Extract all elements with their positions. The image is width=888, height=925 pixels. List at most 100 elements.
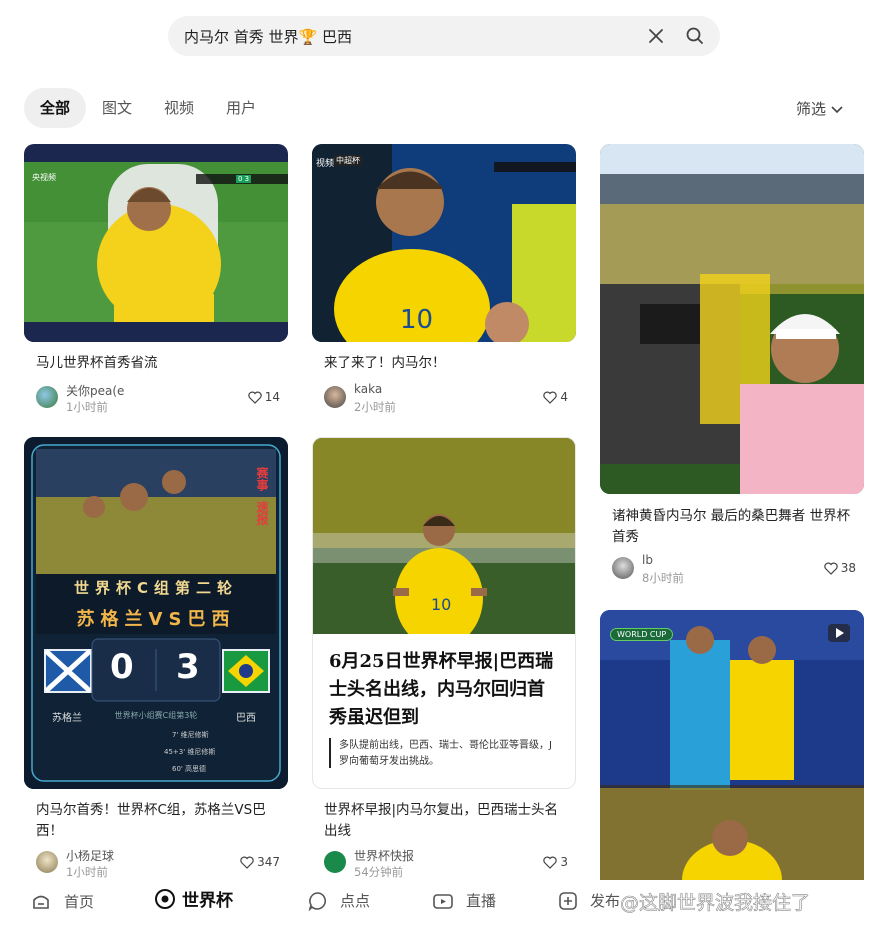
filter-button[interactable]: 筛选 [796, 98, 844, 119]
match-line: 苏格兰VS巴西 [76, 609, 236, 630]
match-subtitle: 世界杯小组赛C组第3轮 [114, 711, 198, 720]
card-thumbnail[interactable]: 央视频 0 3 [24, 144, 288, 342]
heart-icon [543, 391, 558, 404]
tab-image-text[interactable]: 图文 [86, 88, 148, 128]
author-name[interactable]: kaka [354, 382, 382, 396]
heart-icon [824, 562, 838, 575]
chat-bubble-icon [308, 891, 327, 911]
chevron-down-icon [831, 105, 843, 113]
nav-home-label: 首页 [64, 892, 95, 911]
card-meta: 小杨足球 1小时前 347 [36, 847, 280, 881]
tab-bar: 全部 图文 视频 用户 [24, 88, 272, 128]
like-button[interactable]: 14 [248, 390, 280, 404]
nav-live-label: 直播 [466, 892, 497, 910]
card-thumbnail[interactable] [600, 144, 864, 494]
avatar[interactable] [324, 851, 346, 873]
author-name[interactable]: 关你pea(e [66, 382, 124, 399]
channel-badge: 中超杯 [334, 155, 362, 166]
plus-square-icon [559, 891, 577, 910]
like-count: 14 [264, 390, 280, 404]
card-title[interactable]: 来了来了！内马尔！ [324, 353, 568, 374]
nav-dots[interactable]: 点点 [308, 890, 370, 911]
feed-card[interactable]: 诸神黄昏内马尔 最后的桑巴舞者 世界杯首秀 lb 8小时前 38 [600, 144, 864, 594]
like-count: 3 [560, 855, 568, 869]
card-thumbnail[interactable]: 赛事 速报 世界杯C组第二轮 苏格兰VS巴西 0 3 苏格兰 巴西 世界杯小组赛… [24, 437, 288, 789]
tab-all[interactable]: 全部 [24, 88, 87, 128]
card-title[interactable]: 世界杯早报|内马尔复出，巴西瑞士头名出线 [324, 800, 568, 842]
like-count: 347 [257, 855, 280, 869]
nav-dots-label: 点点 [340, 892, 371, 910]
news-headline: 6月25日世界杯早报|巴西瑞士头名出线，内马尔回归首秀虽迟但到 [329, 651, 554, 728]
feed-card[interactable]: 央视频 0 3 马儿世界杯首秀省流 关你pea(e 1小时前 14 [24, 144, 288, 424]
avatar[interactable] [36, 386, 58, 408]
author-name[interactable]: lb [642, 553, 653, 567]
card-title[interactable]: 诸神黄昏内马尔 最后的桑巴舞者 世界杯首秀 [612, 506, 856, 548]
post-time: 8小时前 [642, 571, 684, 585]
card-title[interactable]: 马儿世界杯首秀省流 [36, 353, 280, 374]
nav-home[interactable]: 首页 [30, 890, 94, 912]
heart-icon [543, 856, 558, 869]
like-button[interactable]: 38 [824, 561, 856, 575]
card-meta: kaka 2小时前 4 [324, 382, 568, 416]
like-button[interactable]: 3 [543, 855, 568, 869]
avatar[interactable] [324, 386, 346, 408]
nav-live[interactable]: 直播 [432, 890, 496, 911]
card-title[interactable]: 内马尔首秀！世界杯C组，苏格兰VS巴西！ [36, 800, 280, 842]
nav-worldcup[interactable]: 世界杯 [154, 886, 233, 911]
nav-post[interactable]: 发布 [558, 890, 620, 911]
goal-event: 60' 高思德 [172, 765, 207, 773]
like-count: 4 [560, 390, 568, 404]
author-name[interactable]: 小杨足球 [66, 847, 114, 864]
card-meta: 世界杯快报 54分钟前 3 [324, 847, 568, 881]
clear-icon[interactable] [646, 26, 666, 46]
post-time: 1小时前 [66, 400, 108, 414]
card-thumbnail[interactable]: WORLD CUP [600, 610, 864, 880]
post-time: 1小时前 [66, 865, 108, 879]
quote-bar [329, 738, 331, 768]
feed-card[interactable]: 赛事 速报 世界杯C组第二轮 苏格兰VS巴西 0 3 苏格兰 巴西 世界杯小组赛… [24, 437, 288, 880]
video-label: 视频 [316, 159, 335, 169]
goal-event: 45+3' 维尼修斯 [164, 748, 216, 756]
card-thumbnail[interactable]: 10 6月25日世界杯早报|巴西瑞士头名出线，内马尔回归首秀虽迟但到 多队提前出… [312, 437, 576, 789]
svg-text:10: 10 [400, 305, 433, 335]
avatar[interactable] [612, 557, 634, 579]
football-icon [155, 888, 175, 909]
like-button[interactable]: 347 [240, 855, 280, 869]
nav-post-label: 发布 [590, 892, 621, 910]
badge-bottom: 速报 [255, 501, 269, 525]
goal-event: 7' 维尼修斯 [172, 731, 209, 739]
heart-icon [248, 391, 262, 404]
feed-card[interactable]: 10 视频 中超杯 来了来了！内马尔！ kaka 2小时前 4 [312, 144, 576, 424]
filter-label: 筛选 [796, 100, 827, 118]
card-thumbnail[interactable]: 10 视频 中超杯 [312, 144, 576, 342]
home-score: 0 [110, 647, 134, 687]
feed-card[interactable]: WORLD CUP [600, 610, 864, 880]
like-count: 38 [840, 561, 856, 575]
post-time: 54分钟前 [354, 865, 404, 879]
author-name[interactable]: 世界杯快报 [354, 847, 414, 864]
tab-user[interactable]: 用户 [210, 88, 272, 128]
tab-video[interactable]: 视频 [148, 88, 210, 128]
nav-worldcup-label: 世界杯 [182, 891, 233, 911]
news-summary: 多队提前出线，巴西、瑞士、哥伦比亚等晋级，J罗向葡萄牙发出挑战。 [339, 740, 552, 767]
search-input[interactable]: 内马尔 首秀 世界🏆 巴西 [184, 26, 352, 47]
avatar[interactable] [36, 851, 58, 873]
bottom-nav: 首页 世界杯 点点 直播 发布 @这脚世界波我接住了 [0, 880, 888, 925]
card-meta: 关你pea(e 1小时前 14 [36, 382, 280, 416]
live-video-icon [433, 893, 453, 909]
away-score: 3 [176, 647, 200, 687]
feed-card[interactable]: 10 6月25日世界杯早报|巴西瑞士头名出线，内马尔回归首秀虽迟但到 多队提前出… [312, 437, 576, 880]
card-meta: lb 8小时前 38 [612, 553, 856, 587]
search-icon[interactable] [685, 26, 705, 46]
score-overlay: 0 3 [236, 175, 252, 183]
heart-icon [240, 856, 254, 869]
post-time: 2小时前 [354, 400, 396, 414]
group-line: 世界杯C组第二轮 [73, 579, 238, 597]
home-icon [33, 895, 49, 909]
search-bar[interactable]: 内马尔 首秀 世界🏆 巴西 [168, 16, 720, 56]
watermark-text: @这脚世界波我接住了 [620, 892, 811, 915]
channel-label: 央视频 [32, 173, 56, 182]
svg-text:10: 10 [431, 595, 451, 614]
world-cup-badge: WORLD CUP [610, 628, 674, 641]
like-button[interactable]: 4 [543, 390, 568, 404]
